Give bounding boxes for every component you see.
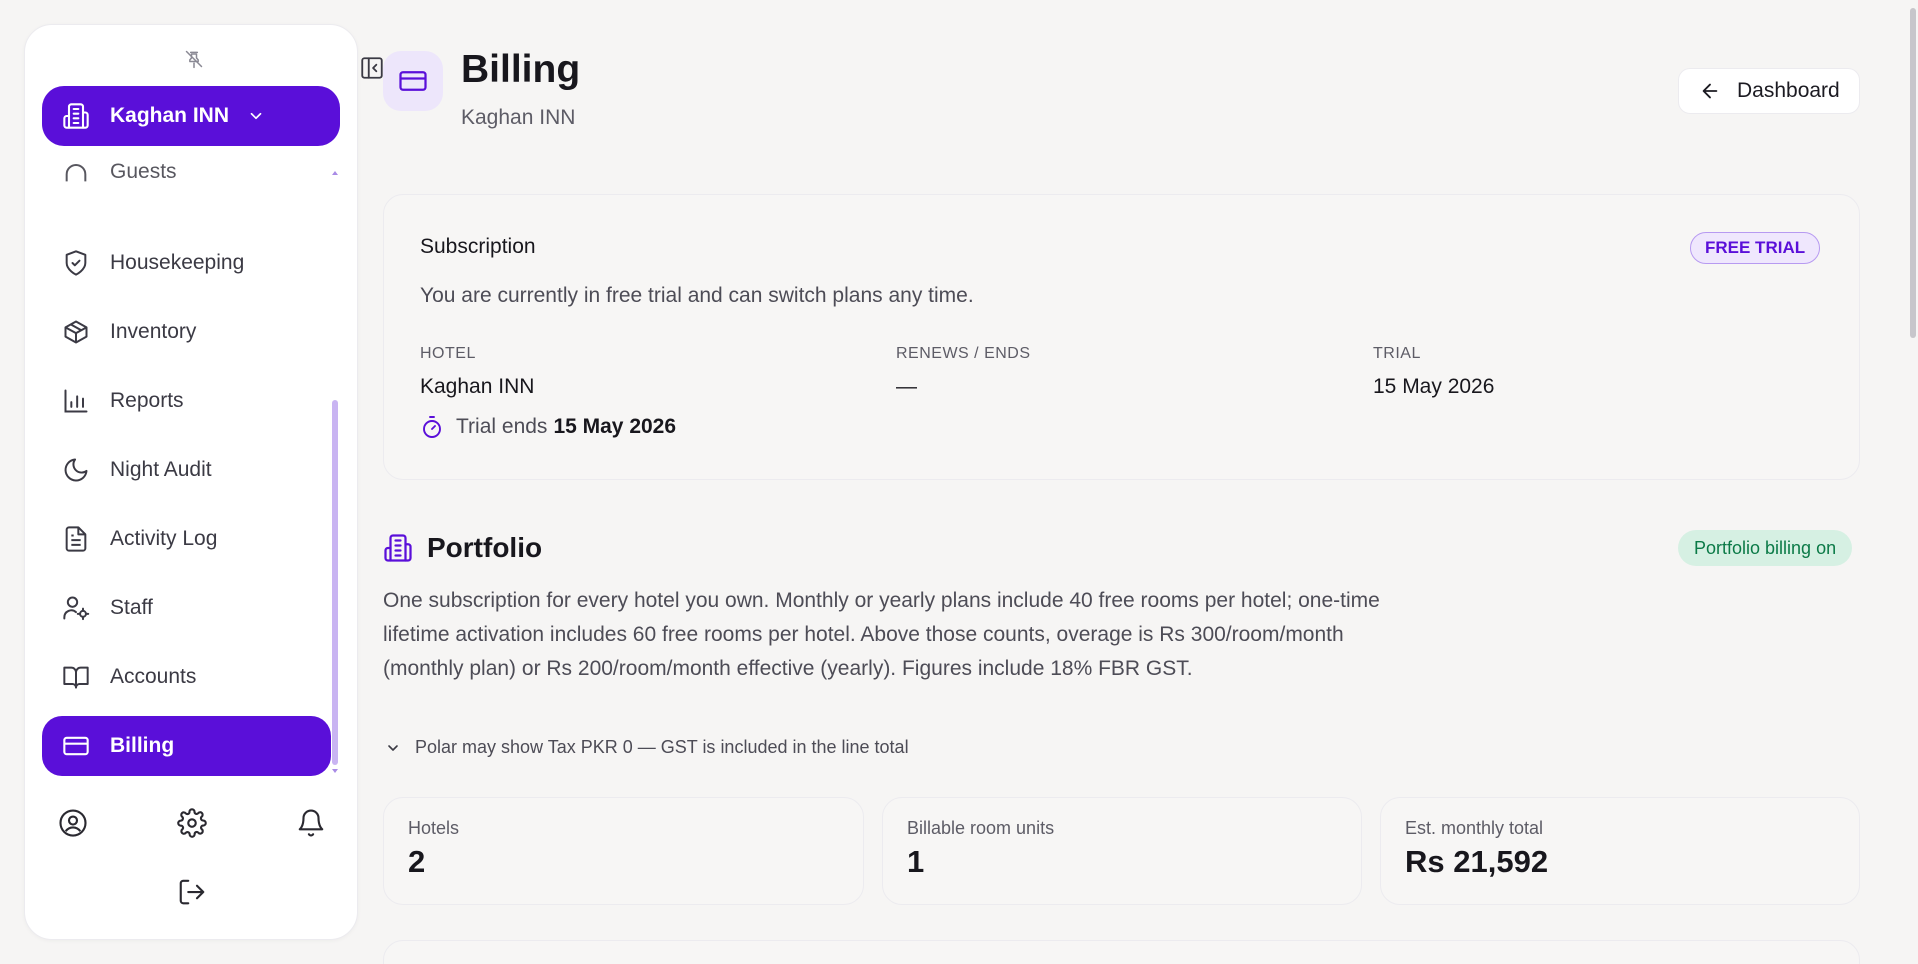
trial-ends-label: Trial ends <box>456 415 548 438</box>
gear-icon[interactable] <box>174 805 210 841</box>
page-title: Billing <box>461 48 581 91</box>
profile-icon[interactable] <box>55 805 91 841</box>
app-root: Kaghan INN Guests Housekeeping Inventory… <box>0 0 1918 964</box>
sidebar-item-label: Accounts <box>110 665 197 688</box>
sidebar-item-label: Night Audit <box>110 458 212 481</box>
back-to-dashboard-button[interactable]: Dashboard <box>1678 68 1860 114</box>
renews-value: — <box>896 375 917 398</box>
sidebar-item-label: Activity Log <box>110 527 218 550</box>
trial-ends-line: Trial ends 15 May 2026 <box>420 415 676 439</box>
tax-note-toggle[interactable]: Polar may show Tax PKR 0 — GST is includ… <box>385 737 909 758</box>
sidebar-item-staff[interactable]: Staff <box>42 578 331 638</box>
chevron-down-icon <box>385 740 401 756</box>
book-icon <box>62 663 90 691</box>
page-subtitle: Kaghan INN <box>461 106 576 129</box>
sidebar: Kaghan INN Guests Housekeeping Inventory… <box>24 24 358 940</box>
box-icon <box>62 318 90 346</box>
sidebar-nav: Guests Housekeeping Inventory Reports Ni… <box>25 156 359 776</box>
hotel-heading: HOTEL <box>420 345 476 362</box>
sidebar-scroll-up[interactable] <box>332 171 338 175</box>
guests-icon <box>62 158 90 186</box>
portfolio-title: Portfolio <box>427 532 543 563</box>
unpin-icon[interactable] <box>180 45 208 73</box>
sidebar-item-night-audit[interactable]: Night Audit <box>42 440 331 500</box>
credit-card-icon <box>62 732 90 760</box>
sidebar-item-label: Inventory <box>110 320 197 343</box>
stat-label: Billable room units <box>907 818 1055 838</box>
stat-hotels: Hotels 2 <box>383 797 864 905</box>
sidebar-item-activity-log[interactable]: Activity Log <box>42 509 331 569</box>
sidebar-item-inventory[interactable]: Inventory <box>42 302 331 362</box>
page-header-icon <box>383 51 443 111</box>
subscription-title: Subscription <box>420 235 536 258</box>
bar-chart-icon <box>62 387 90 415</box>
stat-est-monthly-total: Est. monthly total Rs 21,592 <box>1380 797 1860 905</box>
credit-card-icon <box>398 66 428 96</box>
sidebar-scroll-down[interactable] <box>332 769 338 773</box>
portfolio-header: Portfolio <box>383 532 542 564</box>
stat-value: Rs 21,592 <box>1405 844 1549 879</box>
sidebar-item-reports[interactable]: Reports <box>42 371 331 431</box>
logout-icon[interactable] <box>174 874 210 910</box>
shield-check-icon <box>62 249 90 277</box>
next-section-card <box>383 940 1860 964</box>
arrow-left-icon <box>1699 80 1721 102</box>
hotel-value: Kaghan INN <box>420 375 535 398</box>
sidebar-item-label: Housekeeping <box>110 251 245 274</box>
portfolio-description: One subscription for every hotel you own… <box>383 589 1380 680</box>
document-icon <box>62 525 90 553</box>
sidebar-item-label: Billing <box>110 734 175 757</box>
sidebar-item-label: Reports <box>110 389 184 412</box>
bell-icon[interactable] <box>293 805 329 841</box>
stat-value: 1 <box>907 844 925 879</box>
stat-value: 2 <box>408 844 426 879</box>
tax-note-label: Polar may show Tax PKR 0 — GST is includ… <box>415 737 909 757</box>
sidebar-item-label: Guests <box>110 160 177 183</box>
subscription-card: Subscription FREE TRIAL You are currentl… <box>383 194 1860 480</box>
sidebar-item-accounts[interactable]: Accounts <box>42 647 331 707</box>
page-scrollbar[interactable] <box>1908 0 1918 964</box>
trial-ends-date: 15 May 2026 <box>553 415 677 438</box>
moon-icon <box>62 456 90 484</box>
hotel-switcher-label: Kaghan INN <box>110 104 230 127</box>
chevron-down-icon <box>247 107 265 125</box>
building-icon <box>62 102 90 130</box>
hotel-switcher-button[interactable]: Kaghan INN <box>42 86 340 146</box>
building-icon <box>383 533 413 563</box>
stat-label: Est. monthly total <box>1405 818 1544 838</box>
sidebar-item-housekeeping[interactable]: Housekeeping <box>42 233 331 293</box>
timer-icon <box>420 415 444 439</box>
status-badge: FREE TRIAL <box>1690 232 1821 264</box>
user-cog-icon <box>62 594 90 622</box>
trial-value: 15 May 2026 <box>1373 375 1495 398</box>
trial-heading: TRIAL <box>1373 345 1421 362</box>
collapse-sidebar-icon[interactable] <box>358 54 386 82</box>
stat-label: Hotels <box>408 818 460 838</box>
portfolio-billing-badge: Portfolio billing on <box>1678 530 1853 566</box>
stat-billable-room-units: Billable room units 1 <box>882 797 1362 905</box>
sidebar-item-label: Staff <box>110 596 153 619</box>
sidebar-item-billing[interactable]: Billing <box>42 716 331 776</box>
subscription-description: You are currently in free trial and can … <box>420 284 974 307</box>
page-scrollbar-thumb[interactable] <box>1910 8 1916 338</box>
sidebar-item-guests[interactable]: Guests <box>42 156 331 202</box>
renews-heading: RENEWS / ENDS <box>896 345 1031 362</box>
dashboard-button-label: Dashboard <box>1737 79 1840 102</box>
sidebar-scrollbar[interactable] <box>332 400 338 765</box>
